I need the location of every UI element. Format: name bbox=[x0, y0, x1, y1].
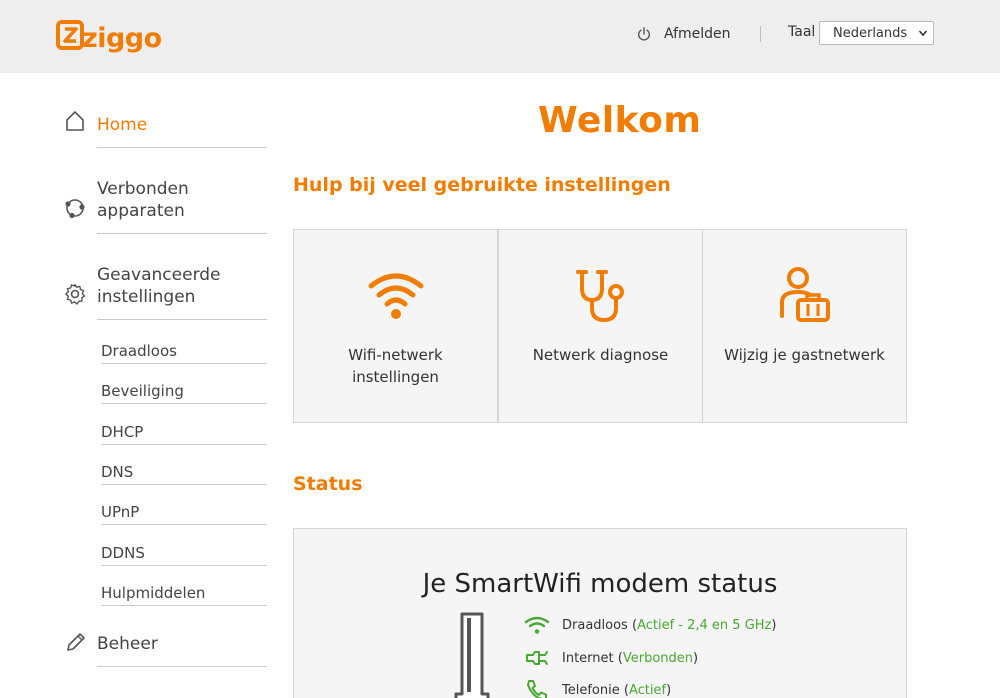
logout-label: Afmelden bbox=[664, 26, 731, 42]
pencil-icon bbox=[67, 633, 85, 651]
sidebar-item-connected-devices[interactable]: Verbonden apparaten bbox=[97, 178, 267, 234]
language-select[interactable]: Nederlands bbox=[819, 21, 934, 45]
sidebar-subitem-label: DNS bbox=[101, 463, 134, 481]
sidebar-subitem-label: UPnP bbox=[101, 503, 140, 521]
sidebar-subitem-label: DHCP bbox=[101, 423, 144, 441]
modem-status-panel: Je SmartWifi modem status Draadloos (Act… bbox=[293, 528, 907, 698]
tile-label: Netwerk diagnose bbox=[509, 344, 692, 366]
sidebar-subitem-security[interactable]: Beveiliging bbox=[101, 382, 267, 404]
sidebar-subitem-upnp[interactable]: UPnP bbox=[101, 503, 267, 525]
sidebar-subitem-ddns[interactable]: DDNS bbox=[101, 544, 267, 566]
status-label: Draadloos bbox=[562, 617, 628, 633]
tile-label: Wijzig je gastnetwerk bbox=[713, 344, 896, 366]
status-row-internet: Internet (Verbonden) bbox=[524, 647, 698, 669]
sidebar-subitem-label: Hulpmiddelen bbox=[101, 584, 206, 602]
sidebar-item-label: Geavanceerde bbox=[97, 265, 221, 285]
modem-icon bbox=[454, 612, 490, 698]
status-section-title: Status bbox=[293, 473, 363, 495]
status-row-wireless: Draadloos (Actief - 2,4 en 5 GHz) bbox=[524, 614, 776, 636]
sidebar-subitem-tools[interactable]: Hulpmiddelen bbox=[101, 584, 267, 606]
ziggo-logo[interactable]: ziggo bbox=[56, 16, 166, 60]
sidebar-item-label: Home bbox=[97, 115, 148, 135]
wifi-icon bbox=[368, 273, 423, 319]
status-label: Telefonie bbox=[562, 682, 620, 698]
stethoscope-icon bbox=[575, 270, 624, 323]
wifi-status-icon bbox=[524, 616, 550, 634]
status-state: Actief bbox=[628, 682, 667, 698]
plug-icon bbox=[526, 651, 548, 665]
header-divider bbox=[760, 26, 761, 42]
devices-icon bbox=[65, 199, 85, 219]
help-section-title: Hulp bij veel gebruikte instellingen bbox=[293, 174, 671, 196]
status-state: Actief - 2,4 en 5 GHz bbox=[637, 617, 772, 633]
sidebar-subitem-wireless[interactable]: Draadloos bbox=[101, 342, 267, 364]
sidebar-subitem-label: DDNS bbox=[101, 544, 145, 562]
sidebar-item-advanced-settings[interactable]: Geavanceerde instellingen bbox=[97, 264, 267, 320]
sidebar-item-label: Verbonden bbox=[97, 179, 189, 199]
brand-text: ziggo bbox=[82, 23, 162, 54]
modem-status-heading: Je SmartWifi modem status bbox=[422, 569, 778, 599]
tile-label-line: Wijzig je gastnetwerk bbox=[724, 346, 885, 364]
sidebar-subitem-dhcp[interactable]: DHCP bbox=[101, 423, 267, 445]
status-state: Verbonden bbox=[622, 650, 694, 666]
status-row-telephony: Telefonie (Actief) bbox=[524, 679, 671, 698]
sidebar-item-label: apparaten bbox=[97, 201, 185, 221]
sidebar-subitem-dns[interactable]: DNS bbox=[101, 463, 267, 485]
status-label: Internet bbox=[562, 650, 614, 666]
sidebar-item-manage[interactable]: Beheer bbox=[97, 633, 267, 667]
power-icon bbox=[638, 27, 650, 41]
gear-icon bbox=[65, 283, 86, 305]
language-value: Nederlands bbox=[833, 25, 908, 41]
guest-icon bbox=[779, 267, 830, 322]
sidebar-item-label: Beheer bbox=[97, 634, 158, 654]
language-label: Taal bbox=[788, 24, 816, 40]
tile-label-line: Netwerk diagnose bbox=[532, 346, 669, 364]
sidebar-item-home[interactable]: Home bbox=[97, 114, 267, 148]
home-icon bbox=[66, 111, 84, 131]
phone-icon bbox=[527, 680, 547, 698]
sidebar-subitem-label: Draadloos bbox=[101, 342, 177, 360]
tile-guest-network[interactable]: Wijzig je gastnetwerk bbox=[702, 229, 907, 423]
sidebar-item-label: instellingen bbox=[97, 287, 196, 307]
tile-label: Wifi-netwerk instellingen bbox=[304, 344, 487, 388]
logout-button[interactable]: Afmelden bbox=[636, 24, 731, 44]
tile-label-line: Wifi-netwerk bbox=[348, 346, 443, 364]
sidebar-subitem-label: Beveiliging bbox=[101, 382, 184, 400]
tile-wifi-settings[interactable]: Wifi-netwerk instellingen bbox=[293, 229, 498, 423]
tile-label-line: instellingen bbox=[352, 368, 439, 386]
chevron-down-icon bbox=[918, 30, 928, 37]
top-header: ziggo Afmelden Taal Nederlands bbox=[0, 0, 1000, 73]
tile-network-diagnosis[interactable]: Netwerk diagnose bbox=[498, 229, 703, 423]
page-title: Welkom bbox=[538, 100, 702, 141]
